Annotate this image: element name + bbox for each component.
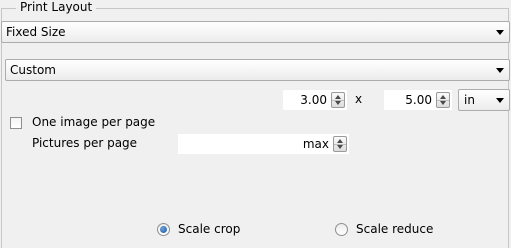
- chevron-down-icon: [496, 30, 504, 35]
- width-value: 3.00: [300, 93, 327, 107]
- width-spin-buttons[interactable]: [331, 92, 345, 108]
- spin-up-icon[interactable]: [440, 95, 446, 99]
- size-preset-value: Custom: [10, 63, 56, 77]
- dimension-separator: x: [355, 92, 363, 106]
- pictures-per-page-spin-buttons[interactable]: [333, 136, 347, 152]
- scale-crop-label: Scale crop: [178, 222, 241, 236]
- chevron-down-icon: [496, 98, 504, 103]
- print-layout-title: Print Layout: [16, 0, 97, 15]
- unit-value: in: [464, 93, 475, 107]
- spin-down-icon[interactable]: [335, 101, 341, 105]
- one-image-per-page-checkbox[interactable]: [10, 117, 22, 129]
- scale-reduce-radio[interactable]: [335, 223, 348, 236]
- layout-mode-value: Fixed Size: [6, 25, 66, 39]
- pictures-per-page-label: Pictures per page: [32, 136, 138, 150]
- scale-reduce-label: Scale reduce: [356, 222, 434, 236]
- spin-up-icon[interactable]: [337, 139, 343, 143]
- one-image-per-page-label: One image per page: [32, 115, 156, 129]
- layout-mode-dropdown[interactable]: Fixed Size: [1, 21, 510, 43]
- size-preset-dropdown[interactable]: Custom: [5, 59, 510, 81]
- height-stepper[interactable]: 5.00: [383, 89, 453, 111]
- height-value: 5.00: [405, 93, 432, 107]
- unit-dropdown[interactable]: in: [458, 89, 510, 111]
- pictures-per-page-stepper[interactable]: max: [177, 133, 350, 155]
- spin-up-icon[interactable]: [335, 95, 341, 99]
- height-spin-buttons[interactable]: [436, 92, 450, 108]
- chevron-down-icon: [496, 68, 504, 73]
- spin-down-icon[interactable]: [440, 101, 446, 105]
- spin-down-icon[interactable]: [337, 145, 343, 149]
- scale-crop-radio[interactable]: [157, 223, 170, 236]
- width-stepper[interactable]: 3.00: [282, 89, 348, 111]
- pictures-per-page-value: max: [302, 137, 329, 151]
